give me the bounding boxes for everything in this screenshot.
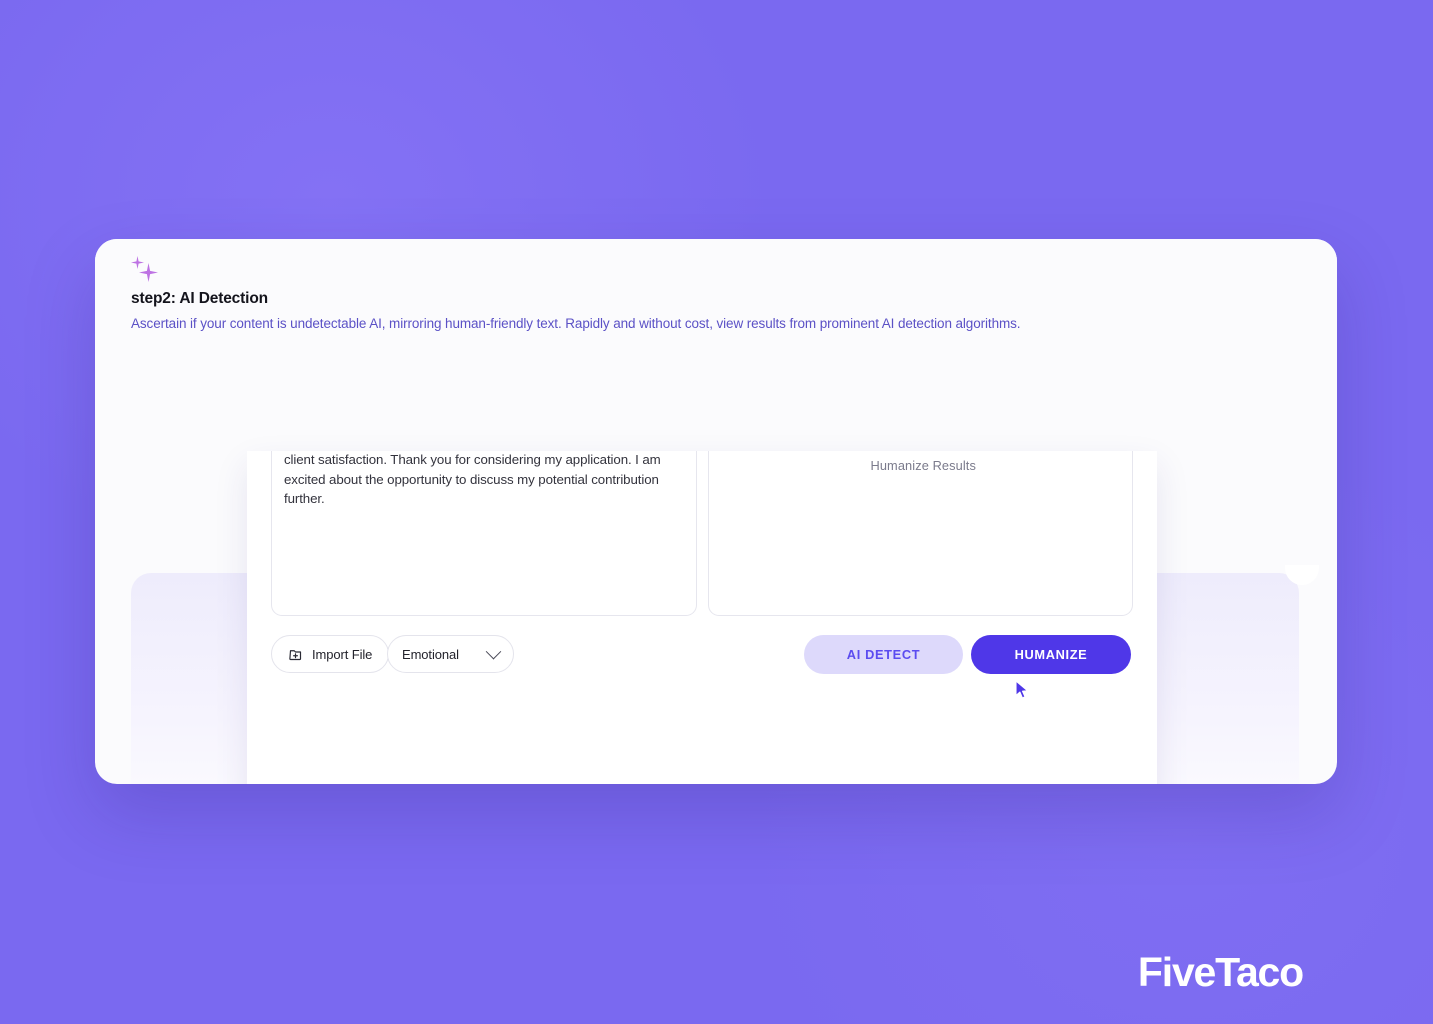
control-bar: Import File Emotional AI DETECT HUMANIZE <box>271 635 1133 699</box>
output-placeholder: Humanize Results <box>870 458 976 473</box>
ai-detect-button[interactable]: AI DETECT <box>804 635 963 674</box>
tone-select-value: Emotional <box>402 646 459 662</box>
chevron-down-icon <box>485 643 502 659</box>
humanizer-app-card: client satisfaction. Thank you for consi… <box>247 451 1157 784</box>
page-title: step2: AI Detection <box>131 290 268 307</box>
output-editor[interactable]: Humanize Results <box>707 451 1133 616</box>
input-text: client satisfaction. Thank you for consi… <box>284 452 661 506</box>
page-description: Ascertain if your content is undetectabl… <box>131 316 1021 331</box>
humanize-button[interactable]: HUMANIZE <box>971 635 1131 674</box>
import-file-label: Import File <box>312 646 373 662</box>
card-header: step2: AI Detection Ascertain if your co… <box>95 239 1337 337</box>
tone-select[interactable]: Emotional <box>387 635 514 673</box>
import-file-button[interactable]: Import File <box>271 635 390 673</box>
sparkles-icon <box>131 256 161 282</box>
brand-watermark: FiveTaco <box>1137 949 1304 995</box>
mouse-pointer-icon <box>1015 680 1031 705</box>
file-plus-icon <box>289 649 302 660</box>
input-editor[interactable]: client satisfaction. Thank you for consi… <box>271 451 697 616</box>
feature-card: step2: AI Detection Ascertain if your co… <box>95 239 1337 784</box>
editor-row: client satisfaction. Thank you for consi… <box>271 451 1133 616</box>
